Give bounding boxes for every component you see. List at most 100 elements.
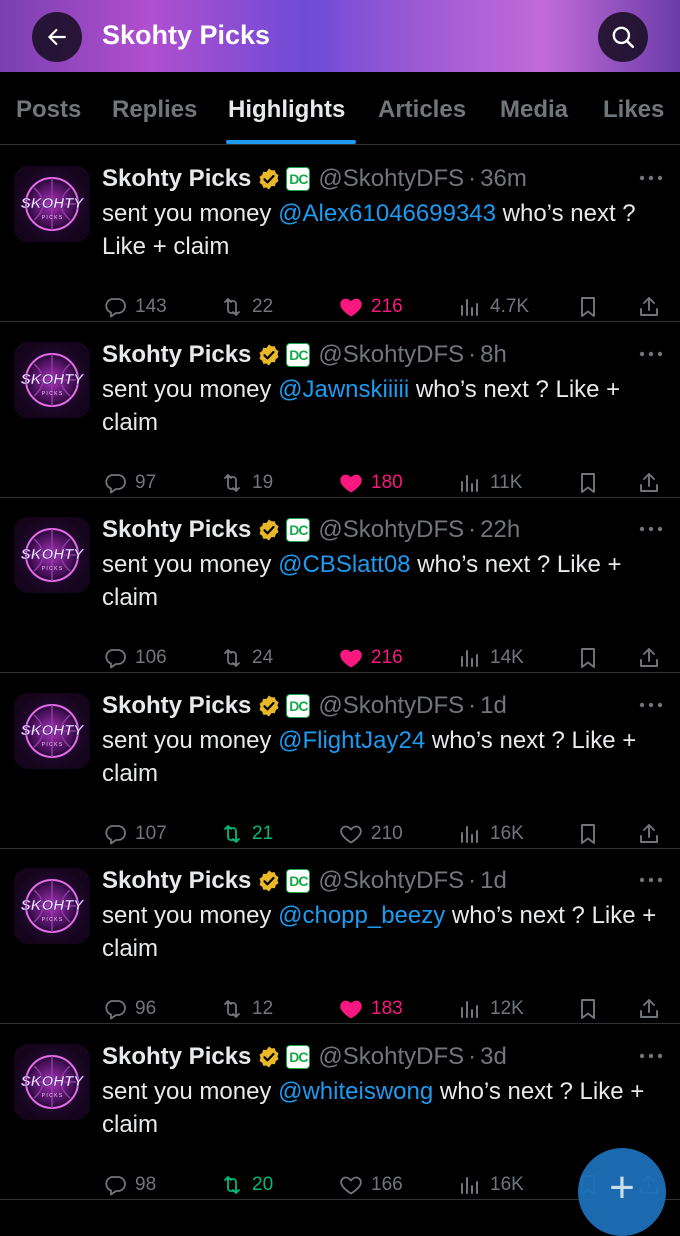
views-button[interactable]: 12K: [458, 994, 524, 1024]
mention-link[interactable]: @whiteiswong: [278, 1078, 433, 1105]
mention-link[interactable]: @chopp_beezy: [278, 902, 445, 929]
tab-posts[interactable]: Posts: [16, 96, 81, 124]
repost-count: 21: [252, 822, 274, 844]
reply-button[interactable]: 96: [103, 994, 156, 1024]
tweet[interactable]: SKOHTY P I C K S Skohty Picks DC @Skohty…: [0, 1024, 680, 1200]
share-button[interactable]: [637, 819, 669, 849]
avatar[interactable]: SKOHTY P I C K S: [14, 341, 90, 418]
author-handle[interactable]: @SkohtyDFS: [318, 516, 464, 544]
mention-link[interactable]: @FlightJay24: [278, 727, 425, 754]
reply-button[interactable]: 98: [103, 1170, 156, 1200]
author-name[interactable]: Skohty Picks: [102, 1043, 251, 1071]
mention-link[interactable]: @CBSlatt08: [278, 551, 410, 578]
views-button[interactable]: 14K: [458, 643, 524, 673]
more-options-icon[interactable]: [638, 870, 664, 890]
author-name[interactable]: Skohty Picks: [102, 867, 251, 895]
more-options-icon[interactable]: [638, 344, 664, 364]
tab-media[interactable]: Media: [500, 96, 568, 124]
tweet[interactable]: SKOHTY P I C K S Skohty Picks DC @Skohty…: [0, 848, 680, 1024]
verified-badge-icon: [259, 1046, 279, 1067]
bookmark-button[interactable]: [576, 292, 608, 322]
share-icon: [640, 823, 658, 843]
tweet-timestamp[interactable]: 22h: [480, 516, 520, 544]
tweet-timestamp[interactable]: 1d: [480, 692, 507, 720]
repost-button[interactable]: 12: [220, 994, 273, 1024]
bookmark-icon: [581, 648, 595, 668]
tweet-timestamp[interactable]: 8h: [480, 341, 507, 369]
more-options-icon[interactable]: [638, 1046, 664, 1066]
repost-button[interactable]: 24: [220, 643, 273, 673]
share-button[interactable]: [637, 468, 669, 498]
tweet[interactable]: SKOHTY P I C K S Skohty Picks DC @Skohty…: [0, 322, 680, 498]
tweet-timestamp[interactable]: 3d: [480, 1043, 507, 1071]
reply-button[interactable]: 143: [103, 292, 167, 322]
share-button[interactable]: [637, 643, 669, 673]
author-handle[interactable]: @SkohtyDFS: [318, 341, 464, 369]
like-button[interactable]: 180: [339, 468, 403, 498]
tweet[interactable]: SKOHTY P I C K S Skohty Picks DC @Skohty…: [0, 673, 680, 849]
reply-button[interactable]: 106: [103, 643, 167, 673]
bookmark-button[interactable]: [576, 994, 608, 1024]
tweet[interactable]: SKOHTY P I C K S Skohty Picks DC @Skohty…: [0, 497, 680, 673]
author-handle[interactable]: @SkohtyDFS: [318, 692, 464, 720]
author-name[interactable]: Skohty Picks: [102, 341, 251, 369]
views-button[interactable]: 16K: [458, 819, 524, 849]
views-button[interactable]: 11K: [458, 468, 522, 498]
repost-button[interactable]: 21: [220, 819, 273, 849]
views-button[interactable]: 4.7K: [458, 292, 529, 322]
back-button[interactable]: [32, 12, 82, 62]
tab-likes[interactable]: Likes: [603, 96, 664, 124]
mention-link[interactable]: @Alex61046699343: [278, 200, 496, 227]
bookmark-button[interactable]: [576, 643, 608, 673]
tweet[interactable]: SKOHTY P I C K S Skohty Picks DC @Skohty…: [0, 146, 680, 322]
like-button[interactable]: 216: [339, 292, 403, 322]
repost-button[interactable]: 19: [220, 468, 273, 498]
like-button[interactable]: 166: [339, 1170, 403, 1200]
tweet-timestamp[interactable]: 1d: [480, 867, 507, 895]
svg-text:SKOHTY: SKOHTY: [21, 371, 86, 388]
reply-button[interactable]: 97: [103, 468, 156, 498]
repost-count: 19: [252, 471, 274, 493]
tab-articles[interactable]: Articles: [378, 96, 466, 124]
bookmark-button[interactable]: [576, 819, 608, 849]
author-name[interactable]: Skohty Picks: [102, 516, 251, 544]
avatar[interactable]: SKOHTY P I C K S: [14, 166, 90, 242]
reply-button[interactable]: 107: [103, 819, 167, 849]
share-button[interactable]: [637, 994, 669, 1024]
affiliate-badge-icon[interactable]: DC: [286, 342, 311, 367]
more-options-icon[interactable]: [638, 519, 664, 539]
tab-replies[interactable]: Replies: [112, 96, 197, 124]
mention-link[interactable]: @Jawnskiiiii: [278, 376, 409, 403]
avatar[interactable]: SKOHTY P I C K S: [14, 868, 90, 944]
more-options-icon[interactable]: [638, 695, 664, 715]
repost-button[interactable]: 22: [220, 292, 273, 322]
like-button[interactable]: 183: [339, 994, 403, 1024]
compose-button[interactable]: +: [578, 1148, 666, 1236]
more-options-icon[interactable]: [638, 168, 664, 188]
author-handle[interactable]: @SkohtyDFS: [318, 1043, 464, 1071]
tab-highlights[interactable]: Highlights: [228, 96, 345, 124]
verified-badge-icon: [259, 168, 279, 190]
affiliate-badge-icon[interactable]: DC: [286, 693, 311, 718]
affiliate-badge-icon[interactable]: DC: [286, 518, 311, 542]
avatar[interactable]: SKOHTY P I C K S: [14, 692, 90, 769]
views-button[interactable]: 16K: [458, 1170, 524, 1200]
affiliate-badge-icon[interactable]: DC: [286, 167, 311, 191]
views-chart-icon: [461, 650, 478, 667]
bookmark-button[interactable]: [576, 468, 608, 498]
author-handle[interactable]: @SkohtyDFS: [318, 165, 464, 193]
repost-icon: [224, 649, 240, 667]
like-button[interactable]: 216: [339, 643, 403, 673]
repost-button[interactable]: 20: [220, 1170, 273, 1200]
affiliate-badge-icon[interactable]: DC: [286, 869, 311, 893]
author-name[interactable]: Skohty Picks: [102, 165, 251, 193]
author-handle[interactable]: @SkohtyDFS: [318, 867, 464, 895]
avatar[interactable]: SKOHTY P I C K S: [14, 517, 90, 593]
author-name[interactable]: Skohty Picks: [102, 692, 251, 720]
share-button[interactable]: [637, 292, 669, 322]
tweet-timestamp[interactable]: 36m: [480, 165, 527, 193]
avatar[interactable]: SKOHTY P I C K S: [14, 1043, 90, 1120]
search-button[interactable]: [598, 12, 648, 62]
like-button[interactable]: 210: [339, 819, 403, 849]
affiliate-badge-icon[interactable]: DC: [286, 1044, 311, 1069]
